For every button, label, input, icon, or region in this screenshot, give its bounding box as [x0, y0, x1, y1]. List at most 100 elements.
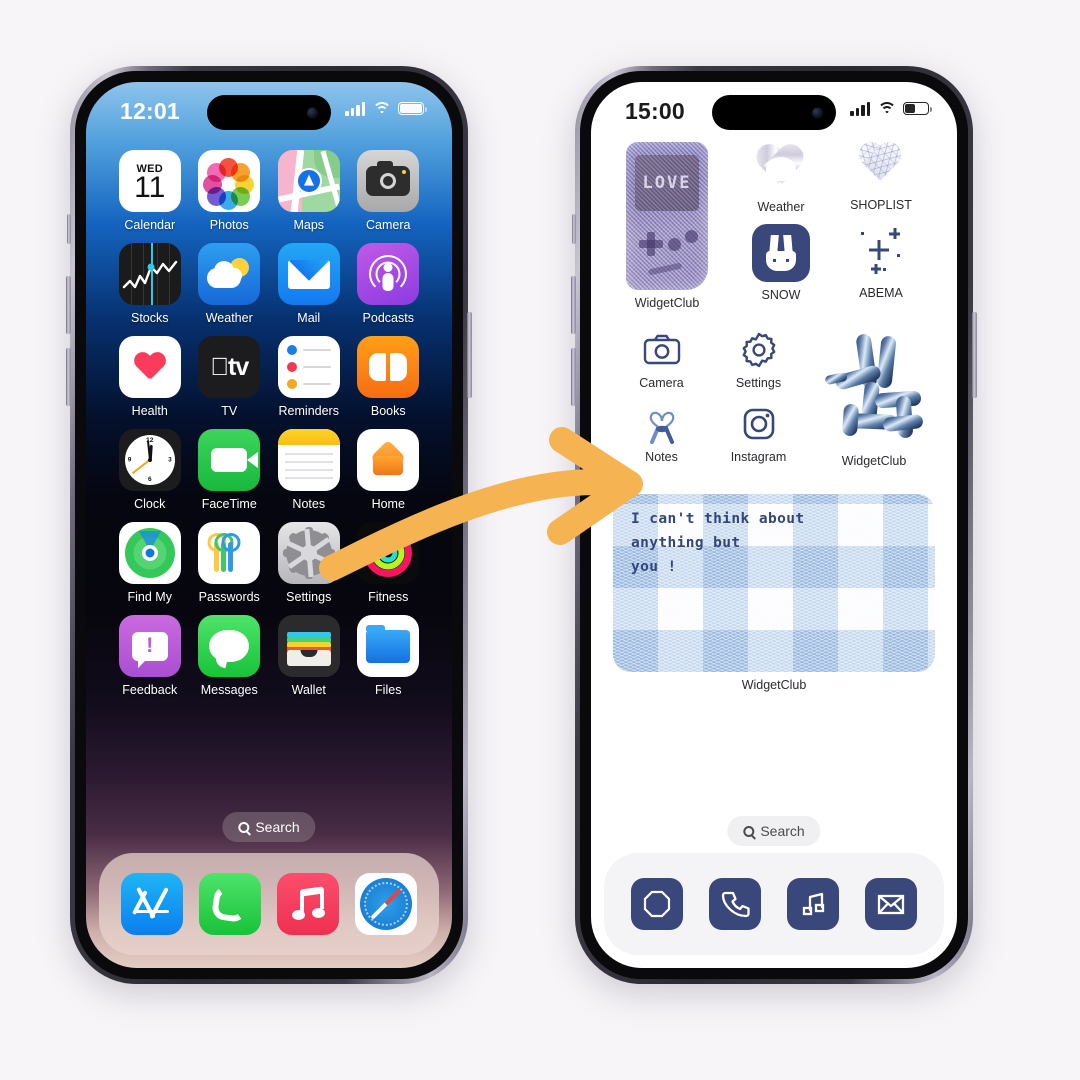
music-icon[interactable] [277, 873, 339, 935]
books-icon [357, 336, 420, 398]
battery-icon [903, 102, 932, 115]
stocks-icon [118, 243, 181, 305]
volume-down-button[interactable] [571, 348, 576, 406]
app-label: Reminders [278, 404, 339, 418]
dynamic-island [207, 95, 331, 130]
silent-switch[interactable] [67, 214, 71, 244]
app-feedback[interactable]: ! Feedback [110, 615, 190, 697]
app-instagram-custom[interactable]: Instagram [710, 404, 807, 464]
phone-icon[interactable] [199, 873, 261, 935]
gameboy-screen-text: LOVE [642, 173, 692, 193]
app-store-icon[interactable] [121, 873, 183, 935]
app-facetime[interactable]: FaceTime [190, 429, 270, 511]
app-reminders[interactable]: Reminders [269, 336, 349, 418]
app-wallet[interactable]: Wallet [269, 615, 349, 697]
app-label: Camera [366, 218, 411, 232]
cellular-bars-icon [345, 101, 365, 116]
power-button[interactable] [467, 312, 472, 398]
app-files[interactable]: Files [349, 615, 429, 697]
volume-down-button[interactable] [66, 348, 71, 406]
comparison-stage: 12:01 WED 11 Calendar Photos Maps Camera… [0, 0, 1080, 1080]
search-icon [743, 825, 755, 837]
app-camera[interactable]: Camera [349, 150, 429, 232]
app-books[interactable]: Books [349, 336, 429, 418]
app-label: SHOPLIST [850, 198, 912, 212]
app-label: TV [221, 404, 238, 418]
tv-icon: tv [198, 336, 261, 398]
app-photos[interactable]: Photos [190, 150, 270, 232]
widget-gameboy[interactable]: LOVE WidgetClub [617, 142, 717, 310]
app-find-my[interactable]: Find My [110, 522, 190, 604]
app-shoplist[interactable]: SHOPLIST [831, 136, 931, 214]
messages-icon [198, 615, 261, 677]
app-snow[interactable]: SNOW [731, 224, 831, 302]
files-icon [357, 615, 420, 677]
maps-icon [277, 150, 340, 212]
app-podcasts[interactable]: Podcasts [349, 243, 429, 325]
search-label: Search [255, 819, 300, 835]
app-camera-custom[interactable]: Camera [613, 330, 710, 390]
search-label: Search [760, 823, 805, 839]
app-label: Health [131, 404, 168, 418]
app-label: Instagram [730, 450, 787, 464]
app-mail[interactable]: Mail [269, 243, 349, 325]
volume-up-button[interactable] [66, 276, 71, 334]
app-label: Stocks [130, 311, 169, 325]
app-maps[interactable]: Maps [269, 150, 349, 232]
fluffy-checkered-text-widget: I can't think about anything but you ! [613, 494, 935, 672]
weather-icon [198, 243, 261, 305]
app-label: Find My [127, 590, 172, 604]
app-stocks[interactable]: Stocks [110, 243, 190, 325]
passwords-icon [198, 522, 261, 584]
app-health[interactable]: Health [110, 336, 190, 418]
app-row: Health tv TV [110, 336, 428, 418]
right-top-section: LOVE WidgetClub Weather SHOPLIST SNOW AB… [591, 136, 957, 310]
mail-icon [277, 243, 340, 305]
widget-balloon-rabbit[interactable]: WidgetClub [813, 330, 935, 478]
safari-icon[interactable] [355, 873, 417, 935]
app-calendar[interactable]: WED 11 Calendar [110, 150, 190, 232]
app-label: SNOW [761, 288, 801, 302]
dynamic-island [712, 95, 836, 130]
app-passwords[interactable]: Passwords [190, 522, 270, 604]
outline-phone-icon[interactable] [709, 878, 761, 930]
calendar-date: 11 [134, 171, 166, 205]
left-dock [99, 853, 439, 955]
widget-label: WidgetClub [841, 454, 907, 468]
outline-mail-icon[interactable] [865, 878, 917, 930]
health-icon [118, 336, 181, 398]
app-weather[interactable]: Weather [190, 243, 270, 325]
front-camera-icon [307, 107, 318, 118]
app-label: Weather [757, 200, 805, 214]
app-label: ABEMA [859, 286, 903, 300]
app-label: Settings [735, 376, 782, 390]
app-tv[interactable]: tv TV [190, 336, 270, 418]
cellular-bars-icon [850, 101, 870, 116]
reminders-icon [277, 336, 340, 398]
app-settings-custom[interactable]: Settings [710, 330, 807, 390]
wallet-icon [277, 615, 340, 677]
transition-arrow-icon [319, 427, 643, 581]
search-button[interactable]: Search [727, 816, 821, 846]
app-label: Photos [209, 218, 249, 232]
outline-compass-icon[interactable] [631, 878, 683, 930]
outline-music-icon[interactable] [787, 878, 839, 930]
app-label: Podcasts [362, 311, 414, 325]
search-button[interactable]: Search [222, 812, 316, 842]
app-clock[interactable]: 12 3 6 9 Clock [110, 429, 190, 511]
chrome-heart-icon [752, 142, 810, 194]
app-label: Books [370, 404, 406, 418]
sparkle-icon [853, 224, 909, 280]
widget-label: WidgetClub [741, 678, 807, 692]
volume-up-button[interactable] [571, 276, 576, 334]
app-messages[interactable]: Messages [190, 615, 270, 697]
status-time: 15:00 [625, 98, 685, 124]
silent-switch[interactable] [572, 214, 576, 244]
app-weather-custom[interactable]: Weather [731, 142, 831, 214]
outline-gear-icon [742, 332, 775, 368]
outline-camera-icon [643, 334, 680, 365]
app-label: Notes [645, 450, 678, 464]
power-button[interactable] [972, 312, 977, 398]
app-abema[interactable]: ABEMA [831, 224, 931, 302]
search-icon [238, 821, 250, 833]
